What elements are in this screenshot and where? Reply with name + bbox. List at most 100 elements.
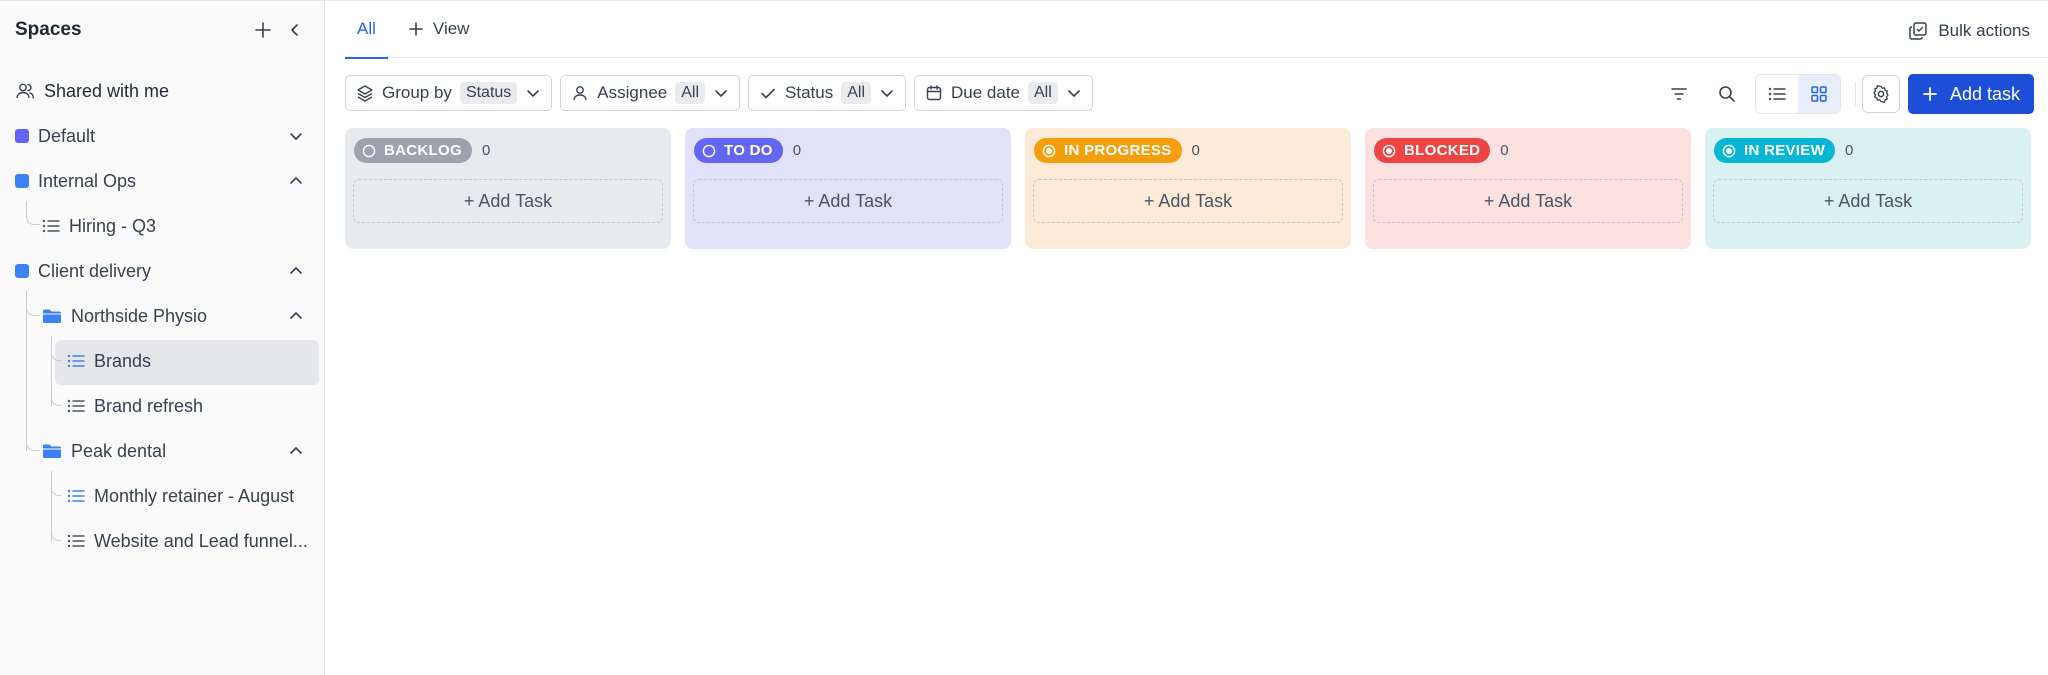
due-date-dropdown[interactable]: Due date All	[914, 75, 1093, 111]
list-view-button[interactable]	[1756, 75, 1798, 113]
plus-icon	[1923, 87, 1937, 101]
collapse-sidebar-button[interactable]	[281, 16, 309, 44]
sidebar-item-shared-with-me[interactable]: Shared with me	[15, 71, 315, 111]
folder-icon	[42, 443, 62, 459]
add-task-in-progress[interactable]: + Add Task	[1033, 179, 1343, 223]
sidebar-item-label: Monthly retainer - August	[94, 485, 295, 506]
task-count: 0	[792, 142, 802, 159]
tree-line	[51, 381, 61, 406]
tree-line	[26, 291, 40, 316]
sidebar-item-northside-physio[interactable]: Northside Physio	[42, 296, 308, 336]
task-count: 0	[1191, 142, 1200, 159]
gear-icon	[1873, 85, 1889, 103]
check-icon	[759, 84, 777, 102]
status-value: All	[841, 82, 871, 104]
users-icon	[15, 81, 35, 101]
tree-line	[51, 471, 61, 496]
circle-icon	[702, 144, 716, 157]
radio-icon	[1042, 144, 1056, 157]
plus-icon	[255, 22, 271, 38]
plus-icon	[409, 22, 423, 36]
radio-icon	[1382, 144, 1396, 157]
main-content: All View Bulk actions Group by Status As…	[325, 1, 2048, 675]
sidebar-item-client-delivery[interactable]: Client delivery	[15, 251, 308, 291]
list-icon	[42, 218, 60, 234]
sidebar-item-label: Hiring - Q3	[69, 215, 157, 236]
app-window: Spaces Shared with me Default Internal O…	[0, 0, 2048, 675]
task-count: 0	[481, 142, 491, 159]
status-badge: BLOCKED	[1374, 138, 1491, 163]
sidebar-title: Spaces	[15, 19, 82, 40]
column-header: IN REVIEW 0	[1714, 138, 2023, 163]
add-task-button[interactable]: Add task	[1907, 74, 2034, 114]
column-header: BACKLOG 0	[354, 138, 663, 163]
column-header: IN PROGRESS 0	[1034, 138, 1343, 163]
list-icon	[1768, 87, 1786, 101]
sidebar-item-label: Peak dental	[71, 440, 167, 461]
status-badge: TO DO	[694, 138, 783, 163]
search-icon	[1719, 86, 1735, 102]
sidebar-item-peak-dental[interactable]: Peak dental	[42, 431, 308, 471]
space-color-swatch	[15, 264, 29, 278]
add-view-button[interactable]: View	[396, 1, 482, 58]
sidebar-item-monthly-retainer[interactable]: Monthly retainer - August	[67, 476, 312, 516]
due-date-value: All	[1028, 82, 1058, 104]
status-label: Status	[785, 83, 834, 102]
sidebar-item-label: Northside Physio	[71, 305, 208, 326]
view-tabs: All View	[345, 1, 2048, 59]
sidebar-item-hiring-q3[interactable]: Hiring - Q3	[42, 206, 312, 246]
chevron-down-icon	[713, 85, 729, 101]
chevron-down-icon[interactable]	[284, 124, 308, 148]
status-label: TO DO	[724, 142, 773, 159]
user-icon	[571, 84, 589, 102]
layers-icon	[356, 84, 374, 102]
settings-button[interactable]	[1861, 75, 1900, 113]
assignee-dropdown[interactable]: Assignee All	[560, 75, 741, 111]
group-by-dropdown[interactable]: Group by Status	[345, 75, 553, 111]
assignee-value: All	[675, 82, 706, 104]
sidebar-item-label: Internal Ops	[38, 170, 137, 191]
list-icon	[67, 398, 85, 414]
board-view-button[interactable]	[1797, 75, 1840, 113]
sidebar-item-label: Brands	[94, 350, 152, 371]
circle-icon	[362, 144, 376, 157]
bulk-actions-button[interactable]: Bulk actions	[1908, 21, 2030, 41]
add-task-in-review[interactable]: + Add Task	[1713, 179, 2023, 223]
chevron-up-icon[interactable]	[284, 259, 308, 283]
chevron-up-icon[interactable]	[284, 304, 308, 328]
bulk-actions-label: Bulk actions	[1938, 21, 2030, 40]
due-date-label: Due date	[951, 83, 1020, 102]
sidebar-header: Spaces	[0, 1, 324, 59]
folder-icon	[42, 308, 62, 324]
search-button[interactable]	[1707, 74, 1747, 114]
add-task-blocked[interactable]: + Add Task	[1373, 179, 1683, 223]
radio-icon	[1722, 144, 1736, 157]
list-icon	[67, 533, 85, 549]
sidebar-item-website-lead-funnel[interactable]: Website and Lead funnel...	[67, 521, 312, 561]
sidebar-item-default[interactable]: Default	[15, 116, 308, 156]
status-badge: IN REVIEW	[1714, 138, 1836, 163]
chevron-up-icon[interactable]	[284, 439, 308, 463]
add-task-to-do[interactable]: + Add Task	[693, 179, 1003, 223]
copy-icon	[1909, 22, 1928, 40]
sidebar-item-label: Brand refresh	[94, 395, 204, 416]
group-by-value: Status	[459, 82, 518, 104]
chevron-up-icon[interactable]	[284, 169, 308, 193]
sidebar: Spaces Shared with me Default Internal O…	[0, 1, 325, 675]
status-label: BACKLOG	[384, 142, 462, 159]
kanban-board: BACKLOG 0 + Add Task TO DO 0 + Add Task	[345, 128, 2031, 249]
tab-all[interactable]: All	[345, 1, 388, 59]
add-space-button[interactable]	[249, 16, 277, 44]
filter-button[interactable]	[1659, 74, 1699, 114]
chevron-left-icon	[291, 24, 298, 36]
add-task-backlog[interactable]: + Add Task	[353, 179, 663, 223]
status-dropdown[interactable]: Status All	[748, 75, 906, 111]
sidebar-item-brands[interactable]: Brands	[67, 341, 312, 381]
status-badge: BACKLOG	[354, 138, 472, 163]
sidebar-item-brand-refresh[interactable]: Brand refresh	[67, 386, 312, 426]
column-header: TO DO 0	[694, 138, 1003, 163]
sidebar-item-internal-ops[interactable]: Internal Ops	[15, 161, 308, 201]
view-mode-toggle	[1754, 74, 1841, 114]
chevron-down-icon	[525, 85, 541, 101]
column-to-do: TO DO 0 + Add Task	[685, 128, 1011, 249]
